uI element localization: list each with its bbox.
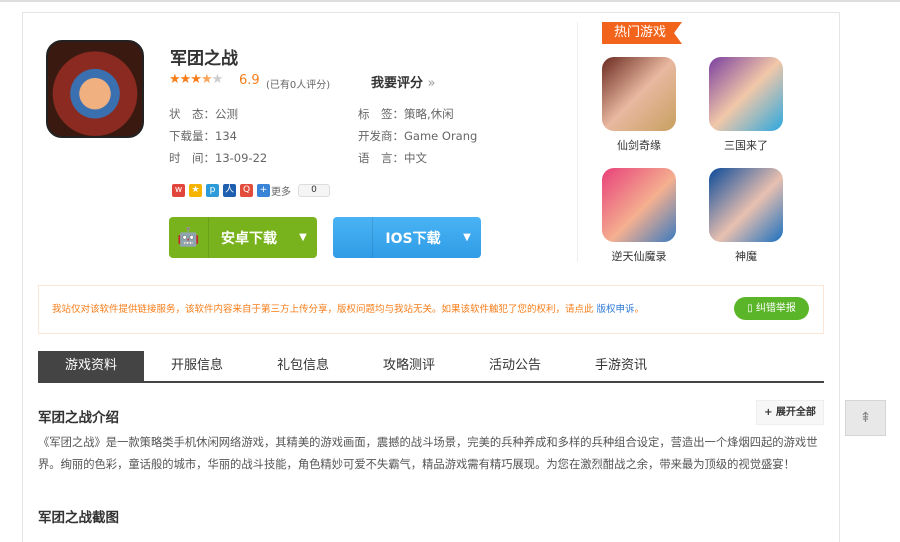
ios-download-button[interactable]: IOS下载 ▼ xyxy=(333,217,481,258)
weibo-icon[interactable]: w xyxy=(172,184,185,197)
hot-game-item[interactable]: 三国来了 xyxy=(709,57,783,153)
game-icon xyxy=(602,57,676,131)
status-row: 状 态：公测 xyxy=(169,107,238,121)
intro-text: 《军团之战》是一款策略类手机休闲网络游戏，其精美的游戏画面，震撼的战斗场景，完美… xyxy=(38,436,818,471)
app-icon xyxy=(46,40,144,138)
qzone-icon[interactable]: ★ xyxy=(189,184,202,197)
game-icon xyxy=(709,57,783,131)
rate-link[interactable]: 我要评分 » xyxy=(371,72,436,91)
divider xyxy=(577,22,578,262)
tags-row: 标 签：策略,休闲 xyxy=(358,107,454,121)
tencent-weibo-icon[interactable]: p xyxy=(206,184,219,197)
tab-gift-info[interactable]: 礼包信息 xyxy=(250,351,356,381)
hot-games-title: 热门游戏 xyxy=(602,22,682,44)
intro-title: 军团之战介绍 xyxy=(38,410,119,426)
tab-events[interactable]: 活动公告 xyxy=(462,351,568,381)
app-title: 军团之战 xyxy=(170,49,238,69)
share-more[interactable]: 更多 xyxy=(271,183,291,198)
chevron-down-icon: ▼ xyxy=(299,232,307,243)
top-border xyxy=(0,0,900,2)
tab-game-info[interactable]: 游戏资料 xyxy=(38,351,144,381)
qq-icon[interactable]: Q xyxy=(240,184,253,197)
hot-game-item[interactable]: 神魔 xyxy=(709,168,783,264)
expand-all-button[interactable]: + 展开全部 xyxy=(756,400,824,425)
downloads-row: 下载量：134 xyxy=(169,129,237,143)
renren-icon[interactable]: 人 xyxy=(223,184,236,197)
hot-game-item[interactable]: 仙剑奇缘 xyxy=(602,57,676,153)
arrow-up-icon: ⇞ xyxy=(859,410,872,426)
share-bar: w ★ p 人 Q + 更多 0 xyxy=(172,183,330,198)
android-download-button[interactable]: 🤖 安卓下载 ▼ xyxy=(169,217,317,258)
rating-count: (已有0人评分) xyxy=(266,80,331,91)
language-row: 语 言：中文 xyxy=(358,151,427,165)
tab-bar: 游戏资料 开服信息 礼包信息 攻略测评 活动公告 手游资讯 xyxy=(38,351,824,383)
developer-row: 开发商：Game Orang xyxy=(358,129,478,143)
screenshots-title: 军团之战截图 xyxy=(38,510,119,526)
game-icon xyxy=(709,168,783,242)
apple-icon xyxy=(333,217,373,258)
copyright-link[interactable]: 版权申诉 xyxy=(597,304,635,315)
tab-guides[interactable]: 攻略测评 xyxy=(356,351,462,381)
hot-game-item[interactable]: 逆天仙魔录 xyxy=(602,168,676,264)
double-chevron-icon: » xyxy=(427,76,436,91)
report-error-button[interactable]: ▯ 纠错举报 xyxy=(734,297,809,320)
share-count: 0 xyxy=(298,184,330,197)
plus-icon[interactable]: + xyxy=(257,184,270,197)
android-icon: 🤖 xyxy=(169,217,209,258)
book-icon: ▯ xyxy=(747,303,753,314)
time-row: 时 间：13-09-22 xyxy=(169,151,268,165)
game-icon xyxy=(602,168,676,242)
rate-label: 我要评分 xyxy=(371,76,424,91)
tab-news[interactable]: 手游资讯 xyxy=(568,351,674,381)
copyright-notice: 我站仅对该软件提供链接服务，该软件内容来自于第三方上传分享，版权问题均与我站无关… xyxy=(38,285,824,334)
chevron-down-icon: ▼ xyxy=(463,232,471,243)
back-to-top-button[interactable]: ⇞ xyxy=(845,400,886,436)
rating-stars: ★★★★★ xyxy=(169,72,223,87)
tab-server-info[interactable]: 开服信息 xyxy=(144,351,250,381)
rating-score: 6.9 xyxy=(239,73,260,88)
